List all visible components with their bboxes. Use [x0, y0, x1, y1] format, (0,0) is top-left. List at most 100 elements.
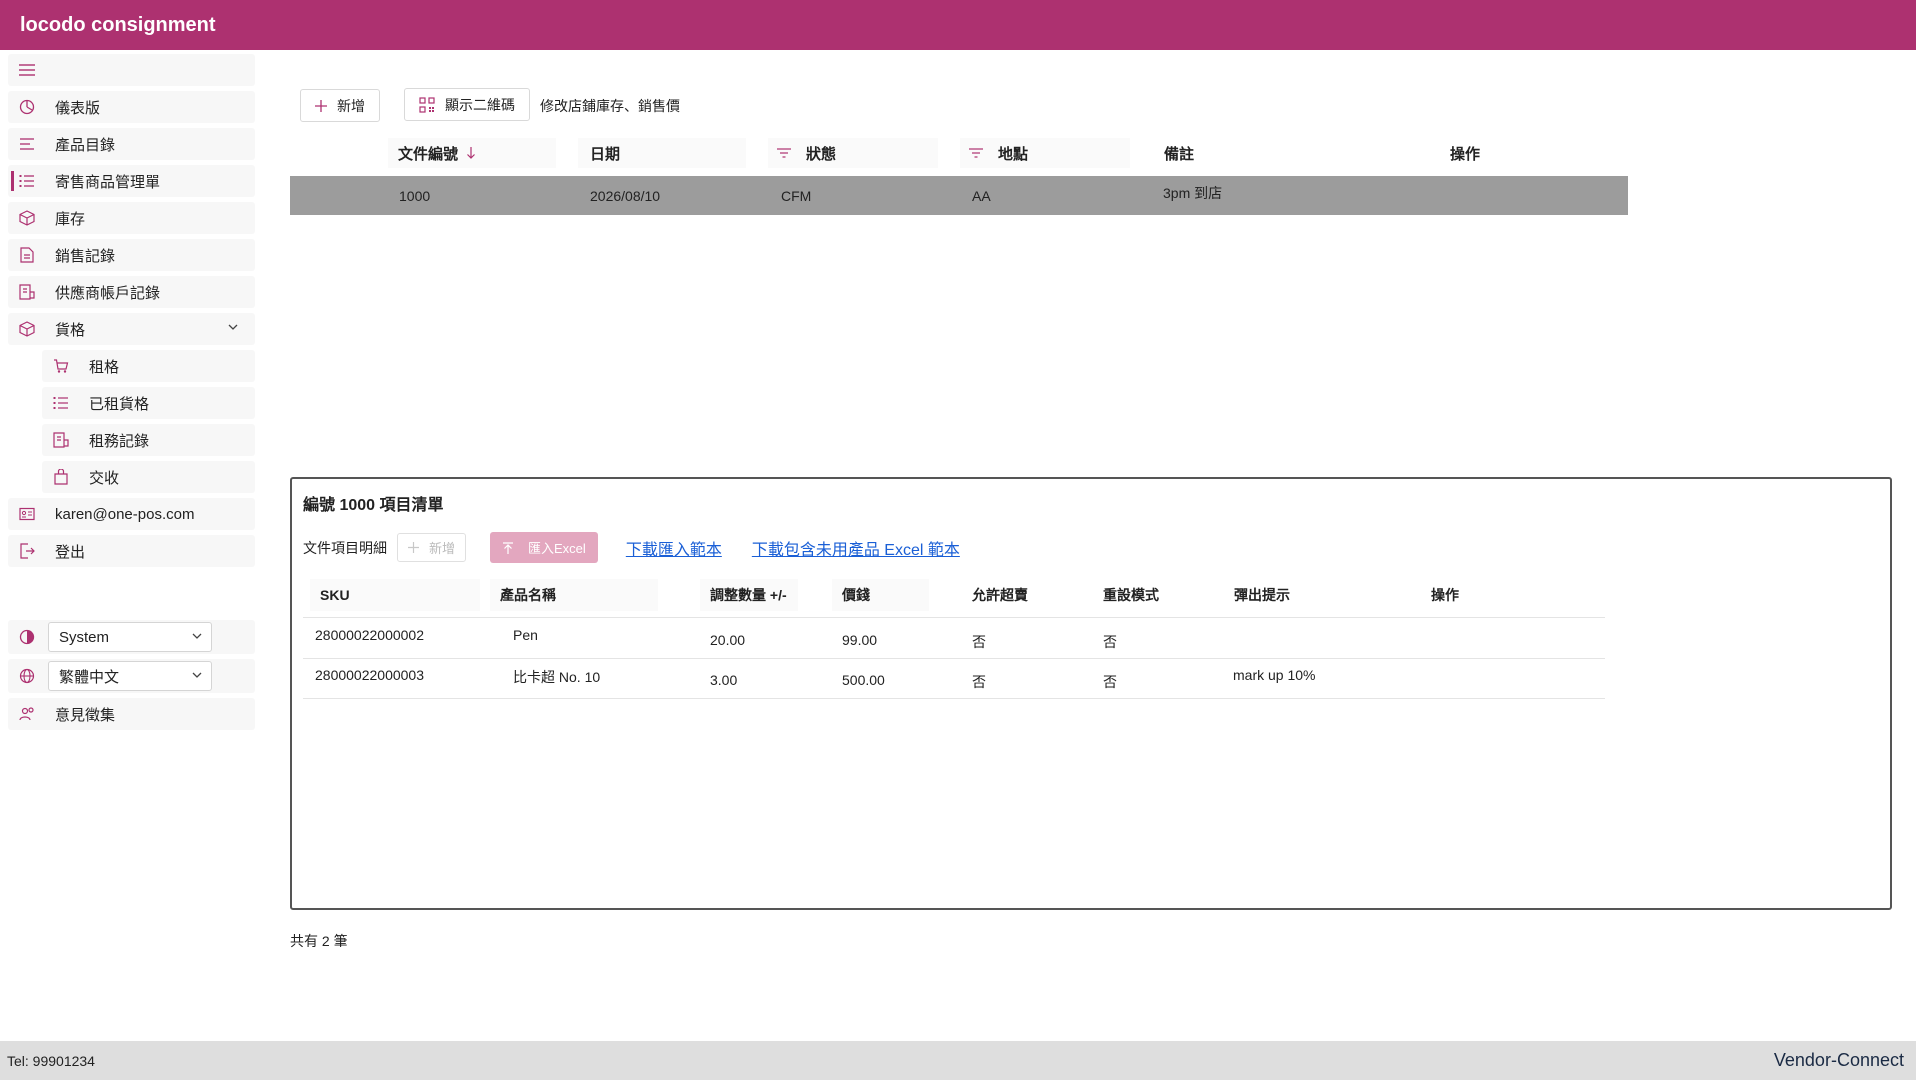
- import-excel-button[interactable]: 匯入Excel: [490, 532, 598, 563]
- plus-icon: [408, 542, 419, 553]
- sidebar-item-consignment-orders[interactable]: 寄售商品管理單: [8, 165, 255, 197]
- bag-icon: [51, 467, 71, 487]
- column-header-actions: 操作: [1450, 145, 1481, 163]
- cell-sku: 28000022000002: [315, 627, 425, 643]
- sidebar-item-label: 交收: [89, 469, 120, 487]
- menu-toggle-button[interactable]: [8, 54, 255, 86]
- detail-column-actions: 操作: [1431, 587, 1459, 603]
- filter-icon[interactable]: [776, 147, 792, 159]
- detail-column-sku: SKU: [310, 579, 480, 611]
- contact-tel: Tel: 99901234: [7, 1052, 95, 1069]
- sidebar-item-catalog[interactable]: 產品目錄: [8, 128, 255, 160]
- receipt-icon: [51, 430, 71, 450]
- sidebar-item-label: karen@one-pos.com: [55, 505, 195, 523]
- sidebar-item-label: 庫存: [55, 210, 86, 228]
- id-card-icon: [17, 504, 37, 524]
- language-row: 繁體中文: [8, 659, 255, 693]
- detail-column-name: 產品名稱: [490, 579, 658, 611]
- divider: [303, 617, 1605, 618]
- record-count: 共有 2 筆: [290, 933, 348, 949]
- cell-price: 500.00: [842, 672, 885, 688]
- sidebar-item-rented-shelves[interactable]: 已租貨格: [42, 387, 255, 419]
- add-button[interactable]: 新增: [300, 89, 380, 122]
- sidebar-item-inventory[interactable]: 庫存: [8, 202, 255, 234]
- theme-select[interactable]: System: [48, 622, 212, 652]
- sidebar-item-sales[interactable]: 銷售記錄: [8, 239, 255, 271]
- sidebar-item-vendor-accounts[interactable]: 供應商帳戶記錄: [8, 276, 255, 308]
- app-title: locodo consignment: [20, 14, 216, 36]
- detail-column-price: 價錢: [832, 579, 929, 611]
- box-icon: [17, 208, 37, 228]
- download-template-link[interactable]: 下載匯入範本: [626, 536, 722, 560]
- sidebar-item-label: 登出: [55, 543, 86, 561]
- add-button-label: 新增: [337, 97, 365, 114]
- sidebar-item-label: 貨格: [55, 321, 86, 339]
- sidebar-item-label: 租格: [89, 358, 120, 376]
- sidebar-item-label: 意見徵集: [55, 706, 116, 724]
- show-qr-button-label: 顯示二維碼: [445, 96, 515, 113]
- detail-title: 編號 1000 項目清單: [303, 497, 444, 514]
- users-icon: [17, 704, 37, 724]
- cell-qty: 3.00: [710, 672, 738, 688]
- sidebar-item-label: 已租貨格: [89, 395, 150, 413]
- sidebar-item-label: 產品目錄: [55, 136, 116, 154]
- ordered-list-icon: [17, 171, 37, 191]
- sidebar-item-label: 銷售記錄: [55, 247, 116, 265]
- column-header-date: 日期: [578, 138, 746, 168]
- logout-icon: [17, 541, 37, 561]
- sidebar-item-feedback[interactable]: 意見徵集: [8, 698, 255, 730]
- filter-icon[interactable]: [968, 147, 984, 159]
- sidebar-item-label: 儀表版: [55, 99, 101, 117]
- cell-qty: 20.00: [710, 632, 746, 648]
- cell-date: 2026/08/10: [590, 188, 661, 204]
- cart-icon: [51, 356, 71, 376]
- chevron-down-icon: [191, 668, 203, 685]
- sidebar-item-label: 寄售商品管理單: [55, 173, 161, 191]
- language-select[interactable]: 繁體中文: [48, 661, 212, 691]
- sidebar-item-dashboard[interactable]: 儀表版: [8, 91, 255, 123]
- theme-select-value: System: [59, 628, 110, 646]
- qr-code-icon: [419, 96, 435, 113]
- cell-remark: 3pm 到店: [1163, 185, 1223, 201]
- dashboard-icon: [17, 97, 37, 117]
- detail-column-qty: 調整數量 +/-: [700, 579, 798, 611]
- cell-product-name: 比卡超 No. 10: [513, 669, 601, 685]
- app-title-bar: locodo consignment: [0, 0, 1916, 50]
- detail-toolbar: 文件項目明細 新增 匯入Excel 下載匯入範本 下載包含未用產品 Excel …: [303, 532, 960, 563]
- sidebar-item-account[interactable]: karen@one-pos.com: [8, 498, 255, 530]
- detail-add-button[interactable]: 新增: [397, 533, 467, 562]
- sidebar-item-shelves[interactable]: 貨格: [8, 313, 255, 345]
- receipt-icon: [17, 282, 37, 302]
- sidebar-item-rental-records[interactable]: 租務記錄: [42, 424, 255, 456]
- column-header-status[interactable]: 狀態: [768, 138, 938, 168]
- theme-row: System: [8, 620, 255, 654]
- cell-price: 99.00: [842, 632, 878, 648]
- divider: [303, 658, 1605, 659]
- list-icon: [17, 134, 37, 154]
- brand-logo: Vendor-Connect: [1773, 1050, 1904, 1070]
- detail-section-label: 文件項目明細: [303, 539, 387, 556]
- table-row[interactable]: 1000 2026/08/10 CFM AA 3pm 到店: [290, 176, 1628, 215]
- cell-product-name: Pen: [513, 627, 538, 643]
- detail-column-popup: 彈出提示: [1234, 587, 1290, 603]
- sidebar-item-handover[interactable]: 交收: [42, 461, 255, 493]
- cell-reset-mode: 否: [1103, 674, 1117, 690]
- cell-location: AA: [972, 188, 991, 204]
- column-header-doc-no[interactable]: 文件編號: [388, 138, 556, 168]
- sidebar-item-rent-shelf[interactable]: 租格: [42, 350, 255, 382]
- divider: [303, 698, 1605, 699]
- cell-oversell: 否: [972, 674, 986, 690]
- detail-panel: 編號 1000 項目清單 文件項目明細 新增 匯入Excel 下載匯入範本 下載…: [290, 477, 1892, 910]
- main-toolbar: 新增 顯示二維碼 修改店鋪庫存、銷售價: [300, 88, 680, 122]
- column-header-remark: 備註: [1164, 145, 1195, 163]
- column-header-location[interactable]: 地點: [960, 138, 1130, 168]
- edit-stock-price-link[interactable]: 修改店鋪庫存、銷售價: [540, 96, 680, 116]
- cell-sku: 28000022000003: [315, 667, 425, 683]
- chevron-down-icon: [191, 629, 203, 646]
- download-full-template-link[interactable]: 下載包含未用產品 Excel 範本: [752, 536, 960, 560]
- show-qr-button[interactable]: 顯示二維碼: [404, 88, 530, 121]
- hamburger-icon: [17, 60, 37, 80]
- contrast-icon: [17, 627, 37, 647]
- sidebar-item-logout[interactable]: 登出: [8, 535, 255, 567]
- upload-icon: [502, 541, 514, 554]
